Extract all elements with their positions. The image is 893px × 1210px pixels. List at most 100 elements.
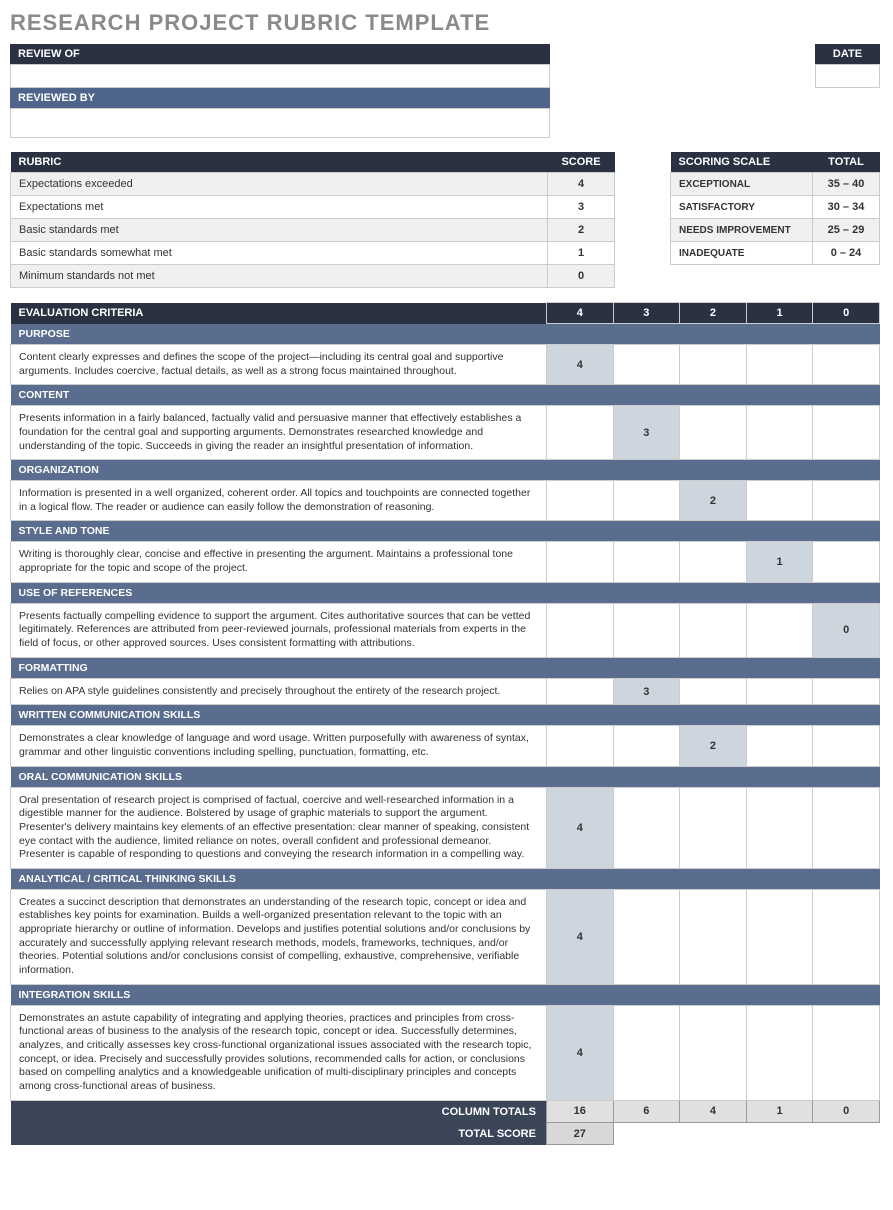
rubric-header: RUBRIC [11,152,548,173]
criterion-score-cell[interactable] [613,787,680,868]
criterion-score-cell[interactable]: 2 [680,481,747,521]
criterion-description: Writing is thoroughly clear, concise and… [11,542,547,582]
criterion-score-cell[interactable] [613,345,680,385]
scale-row-range: 35 – 40 [813,173,880,196]
criterion-score-cell[interactable] [613,481,680,521]
criterion-score-cell[interactable] [746,481,813,521]
criterion-score-cell[interactable] [680,406,747,460]
criterion-score-cell[interactable] [746,1005,813,1100]
rubric-row-score: 4 [548,173,615,196]
criterion-score-cell[interactable] [613,1005,680,1100]
criterion-score-cell[interactable] [613,726,680,766]
col-total: 4 [680,1100,747,1123]
col-total: 1 [746,1100,813,1123]
rubric-table: RUBRIC SCORE Expectations exceeded4 Expe… [10,152,615,288]
criterion-description: Demonstrates a clear knowledge of langua… [11,726,547,766]
criterion-score-cell[interactable] [813,726,880,766]
criterion-description: Oral presentation of research project is… [11,787,547,868]
criterion-description: Content clearly expresses and defines th… [11,345,547,385]
rubric-row-score: 0 [548,265,615,288]
criterion-description: Presents factually compelling evidence t… [11,603,547,657]
criterion-description: Information is presented in a well organ… [11,481,547,521]
criterion-score-cell[interactable] [613,889,680,984]
criterion-score-cell[interactable]: 4 [546,345,613,385]
criterion-score-cell[interactable] [746,787,813,868]
criterion-score-cell[interactable]: 1 [746,542,813,582]
criterion-score-cell[interactable] [813,406,880,460]
rubric-row-label: Minimum standards not met [11,265,548,288]
criterion-score-cell[interactable] [746,406,813,460]
review-of-input[interactable] [10,64,550,88]
criterion-score-cell[interactable] [680,787,747,868]
criterion-score-cell[interactable] [546,726,613,766]
criterion-name: WRITTEN COMMUNICATION SKILLS [11,705,880,726]
scale-header: SCORING SCALE [671,152,813,173]
eval-col-0: 0 [813,303,880,324]
scale-row-label: EXCEPTIONAL [671,173,813,196]
criterion-name: INTEGRATION SKILLS [11,984,880,1005]
reviewed-by-input[interactable] [10,108,550,138]
column-totals-label: COLUMN TOTALS [11,1100,547,1123]
criterion-score-cell[interactable] [813,345,880,385]
criterion-score-cell[interactable] [813,678,880,705]
criterion-score-cell[interactable] [813,889,880,984]
criterion-score-cell[interactable] [746,678,813,705]
criterion-score-cell[interactable]: 4 [546,889,613,984]
criterion-score-cell[interactable]: 3 [613,406,680,460]
criterion-score-cell[interactable]: 4 [546,787,613,868]
col-total: 6 [613,1100,680,1123]
criterion-score-cell[interactable] [746,726,813,766]
criterion-score-cell[interactable]: 4 [546,1005,613,1100]
criterion-score-cell[interactable] [613,542,680,582]
total-score-value: 27 [546,1123,613,1145]
eval-header: EVALUATION CRITERIA [11,303,547,324]
review-of-header: REVIEW OF [10,44,550,64]
criterion-score-cell[interactable] [680,1005,747,1100]
criterion-score-cell[interactable] [546,481,613,521]
col-total: 16 [546,1100,613,1123]
criterion-name: CONTENT [11,385,880,406]
criterion-name: STYLE AND TONE [11,521,880,542]
criterion-score-cell[interactable] [680,345,747,385]
criterion-score-cell[interactable] [546,406,613,460]
criterion-score-cell[interactable] [680,678,747,705]
criterion-name: PURPOSE [11,324,880,345]
rubric-row-label: Basic standards somewhat met [11,242,548,265]
criterion-name: FORMATTING [11,657,880,678]
rubric-row-score: 3 [548,196,615,219]
scale-row-label: NEEDS IMPROVEMENT [671,219,813,242]
total-score-label: TOTAL SCORE [11,1123,547,1145]
criterion-score-cell[interactable] [680,889,747,984]
eval-col-4: 4 [546,303,613,324]
criterion-score-cell[interactable] [813,1005,880,1100]
criterion-score-cell[interactable] [546,542,613,582]
date-header: DATE [815,44,880,64]
rubric-row-label: Expectations exceeded [11,173,548,196]
criterion-score-cell[interactable] [746,889,813,984]
rubric-row-label: Basic standards met [11,219,548,242]
scale-row-label: INADEQUATE [671,242,813,265]
criterion-score-cell[interactable]: 2 [680,726,747,766]
date-input[interactable] [815,64,880,88]
rubric-row-score: 1 [548,242,615,265]
rubric-row-score: 2 [548,219,615,242]
criterion-description: Creates a succinct description that demo… [11,889,547,984]
criterion-name: ANALYTICAL / CRITICAL THINKING SKILLS [11,868,880,889]
criterion-score-cell[interactable] [613,603,680,657]
criterion-score-cell[interactable] [813,787,880,868]
criterion-score-cell[interactable] [546,678,613,705]
criterion-score-cell[interactable] [746,603,813,657]
criterion-name: ORGANIZATION [11,460,880,481]
criterion-name: USE OF REFERENCES [11,582,880,603]
criterion-score-cell[interactable] [746,345,813,385]
scale-row-label: SATISFACTORY [671,196,813,219]
criterion-score-cell[interactable]: 0 [813,603,880,657]
eval-col-2: 2 [680,303,747,324]
criterion-score-cell[interactable] [813,542,880,582]
criterion-score-cell[interactable]: 3 [613,678,680,705]
criterion-score-cell[interactable] [546,603,613,657]
criterion-score-cell[interactable] [680,603,747,657]
criterion-score-cell[interactable] [680,542,747,582]
criterion-score-cell[interactable] [813,481,880,521]
scale-row-range: 25 – 29 [813,219,880,242]
